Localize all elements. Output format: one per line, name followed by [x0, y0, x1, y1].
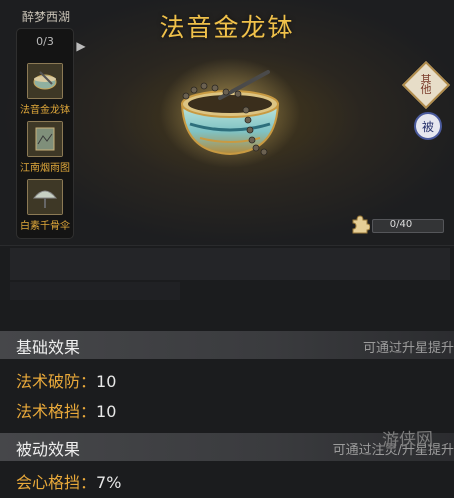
- sidebar-item-label: 法音金龙钵: [20, 105, 70, 116]
- stat-magic-block: 法术格挡：10: [16, 398, 116, 422]
- sidebar-item-label: 白素千骨伞: [20, 221, 70, 232]
- stat-critical-block: 会心格挡：7%: [16, 469, 121, 493]
- passive-badge[interactable]: 被: [414, 112, 442, 140]
- divider: [0, 245, 454, 246]
- blurred-description: [10, 248, 450, 280]
- stat-name: 会心格挡：: [16, 473, 97, 492]
- puzzle-piece-icon: [352, 215, 370, 234]
- painting-thumbnail-icon: [27, 121, 63, 157]
- section-title: 被动效果: [16, 440, 81, 459]
- stat-name: 法术格挡：: [16, 402, 97, 421]
- section-title: 基础效果: [16, 338, 81, 357]
- sidebar-item-label: 江南烟雨图: [20, 163, 70, 174]
- stat-magic-penetration: 法术破防：10: [16, 368, 116, 392]
- shard-progress-text: 0/40: [389, 219, 413, 230]
- shard-progress-bar: 0/40: [372, 219, 444, 233]
- item-title: 法音金龙钵: [159, 13, 295, 42]
- base-effect-header: 基础效果 可通过升星提升: [0, 331, 454, 359]
- stat-value: 10: [96, 372, 117, 391]
- other-button-label: 其 他: [420, 73, 432, 96]
- golden-dragon-bowl-image: [160, 58, 300, 168]
- stat-value: 10: [96, 402, 117, 421]
- collection-sidebar: 0/3 法音金龙钵 江南烟雨图 白素千骨伞: [16, 28, 74, 239]
- bowl-thumbnail-icon: [27, 63, 63, 99]
- blurred-description-line: [10, 282, 180, 300]
- stat-value: 7%: [96, 473, 122, 492]
- watermark: 游侠网: [381, 429, 434, 451]
- umbrella-thumbnail-icon: [27, 179, 63, 215]
- stat-name: 法术破防：: [16, 372, 97, 391]
- section-hint: 可通过升星提升: [362, 341, 454, 356]
